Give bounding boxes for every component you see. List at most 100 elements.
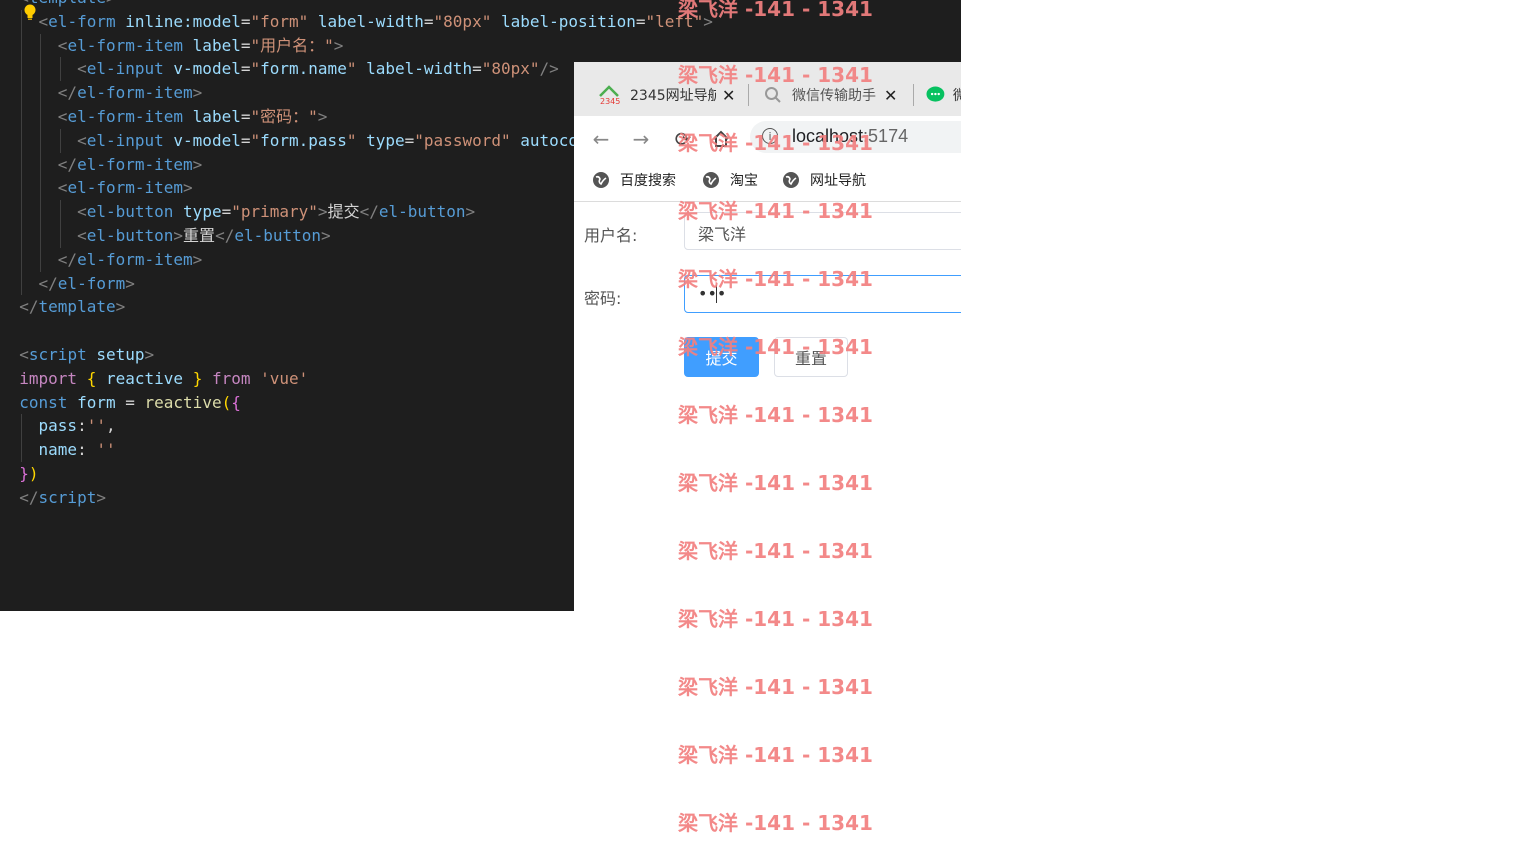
code-token: el-input [86,130,164,150]
code-line[interactable]: <el-form inline:model = "form" label-width… [0,9,961,34]
line-padding [0,369,19,388]
url-text[interactable]: localhost:5174 [792,126,908,147]
home-icon[interactable] [708,126,734,152]
code-token: 提交 [327,202,360,222]
code-token: < [77,202,87,222]
code-token: label-width [317,11,424,31]
code-token: ( [221,392,232,412]
username-value: 梁飞洋 [698,225,747,244]
code-token: ) [28,463,39,483]
code-line[interactable]: <template> [0,0,961,10]
indent-guide [21,9,22,34]
code-token: label-width [366,59,473,79]
indent-guide [40,81,42,105]
watermark-text: 梁飞洋 -141 - 1341 [678,743,873,767]
indent-guide [59,128,61,153]
search-icon [765,87,781,103]
close-icon[interactable]: ✕ [884,86,897,105]
code-token: "left" [645,11,704,31]
bookmark-taobao[interactable]: 淘宝 [702,170,758,190]
code-token: autoco [520,130,579,150]
globe-icon [783,172,799,188]
code-token: < [57,106,68,126]
indent-guide [21,104,22,129]
indent-guide [40,200,42,224]
reset-button[interactable]: 重置 [774,337,848,377]
indent-guide [21,81,22,105]
code-token: el-form-item [67,106,184,126]
line-padding [0,274,19,293]
bookmark-url-nav[interactable]: 网址导航 [782,170,866,190]
code-token: el-form-item [77,154,193,174]
code-token: el-form-item [67,178,184,198]
tab-label: 2345网址导航 [630,88,716,104]
tab-2345[interactable]: 2345 2345网址导航 ✕ [598,82,744,108]
code-token: : [77,440,97,460]
indent-guide [21,33,22,58]
code-line[interactable]: <el-form-item label="用户名："> [0,33,961,58]
indent-guide [40,33,42,58]
code-token: = [404,130,415,150]
code-token: > [125,273,135,293]
indent-guide [59,57,61,82]
indent-guide [40,152,42,177]
code-token: "密码：" [250,106,318,126]
code-token: const [19,392,68,412]
password-input[interactable]: ••• [684,275,961,313]
code-token: < [77,59,87,79]
code-token: </ [19,487,39,507]
code-token: el-form-item [67,35,184,55]
info-icon[interactable]: i [762,128,778,144]
url-port: :5174 [863,126,909,146]
tab-wechat-transfer[interactable]: 微信传输助手 ✕ [764,82,910,108]
back-arrow-icon[interactable]: ← [588,126,614,152]
lightbulb-icon[interactable] [23,4,37,21]
reload-icon[interactable]: ⟳ [670,126,696,152]
forward-arrow-icon[interactable]: → [628,126,654,152]
indent-guide [40,104,42,129]
code-token: , [105,416,116,436]
code-token: "80px" [433,11,492,31]
code-token: < [57,178,68,198]
code-token: el-form [48,11,116,31]
bookmark-baidu[interactable]: 百度搜索 [592,170,676,190]
code-token: = [472,59,482,79]
line-padding [0,464,19,483]
code-token: form.name [260,59,347,79]
code-token: { [231,392,241,412]
code-token: > [192,154,203,174]
browser-window: 2345 2345网址导航 ✕ 微信传输助手 ✕ 微 ← → ⟳ i local… [574,62,961,611]
code-token: 'vue' [260,368,309,388]
code-token: type [183,202,222,222]
close-icon[interactable]: ✕ [722,86,735,105]
indent-guide [21,271,22,296]
code-token: el-form-item [77,249,193,269]
code-token: < [38,11,49,31]
house-2345-icon: 2345 [599,85,620,105]
bookmark-label: 淘宝 [730,173,758,189]
code-token: > [703,11,713,31]
code-token: < [57,35,68,55]
tab-wechat[interactable]: 微 [926,82,961,108]
indent-guide [21,152,22,177]
submit-button[interactable]: 提交 [684,337,759,377]
username-input[interactable]: 梁飞洋 [684,212,961,250]
code-token: < [77,130,87,150]
indent-guide [59,223,61,248]
code-token: reactive [144,392,222,412]
address-bar[interactable]: i localhost:5174 [750,121,961,153]
code-token: script [28,344,87,364]
